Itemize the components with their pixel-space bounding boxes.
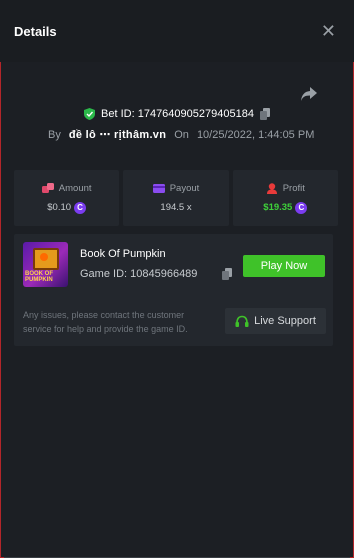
game-thumbnail-label: BOOK OF PUMPKIN <box>25 270 53 284</box>
stat-amount-value-row: $0.10 C <box>47 201 87 214</box>
stat-amount-value: $0.10 <box>47 202 72 213</box>
stat-amount-label-row: Amount <box>41 182 92 194</box>
live-support-button[interactable]: Live Support <box>225 308 326 334</box>
stat-payout-label: Payout <box>169 183 200 194</box>
bet-byline: By đề lô ⋯ rịthâm.vn On 10/25/2022, 1:44… <box>48 128 315 142</box>
bet-id-row: Bet ID: 1747640905279405184 <box>0 108 354 120</box>
copy-icon[interactable] <box>259 108 270 120</box>
dice-icon <box>41 182 54 193</box>
username[interactable]: đề lô ⋯ rịthâm.vn <box>69 128 166 141</box>
bet-id-text: Bet ID: 1747640905279405184 <box>101 108 254 120</box>
card-icon <box>152 184 165 193</box>
stat-profit: Profit $19.35 C <box>232 170 338 226</box>
stat-payout-value-row: 194.5 x <box>160 202 191 213</box>
share-icon[interactable] <box>300 86 318 102</box>
play-now-button[interactable]: Play Now <box>243 255 325 277</box>
stat-profit-value: $19.35 <box>263 202 293 213</box>
game-card: BOOK OF PUMPKIN Book Of Pumpkin Game ID:… <box>14 234 333 346</box>
on-label: On <box>174 128 189 141</box>
stat-amount: Amount $0.10 C <box>14 170 120 226</box>
copy-icon[interactable] <box>222 268 232 280</box>
stat-profit-label-row: Profit <box>266 183 305 194</box>
stat-payout: Payout 194.5 x <box>123 170 229 226</box>
game-thumbnail[interactable]: BOOK OF PUMPKIN <box>23 242 68 287</box>
stat-profit-label: Profit <box>282 182 305 194</box>
live-support-label: Live Support <box>254 315 316 327</box>
coin-icon: C <box>74 201 87 214</box>
shield-icon <box>84 108 96 120</box>
game-id: Game ID: 10845966489 <box>80 268 198 280</box>
trophy-icon <box>266 182 277 194</box>
bet-stats: Amount $0.10 C Payout 194.5 x Profit $19… <box>14 170 338 226</box>
stat-amount-label: Amount <box>58 182 92 194</box>
by-label: By <box>48 128 61 141</box>
stat-payout-value: 194.5 x <box>160 202 192 213</box>
stat-profit-value-row: $19.35 C <box>263 201 308 214</box>
book-art <box>33 248 59 270</box>
headset-icon <box>235 315 249 327</box>
stat-payout-label-row: Payout <box>152 183 200 194</box>
bet-datetime: 10/25/2022, 1:44:05 PM <box>196 128 315 141</box>
game-name[interactable]: Book Of Pumpkin <box>80 248 166 260</box>
coin-icon: C <box>295 201 308 214</box>
modal-header: Details ✕ <box>0 0 354 62</box>
modal-title: Details <box>14 23 57 39</box>
close-icon[interactable]: ✕ <box>321 22 336 40</box>
support-note: Any issues, please contact the customer … <box>23 310 188 334</box>
